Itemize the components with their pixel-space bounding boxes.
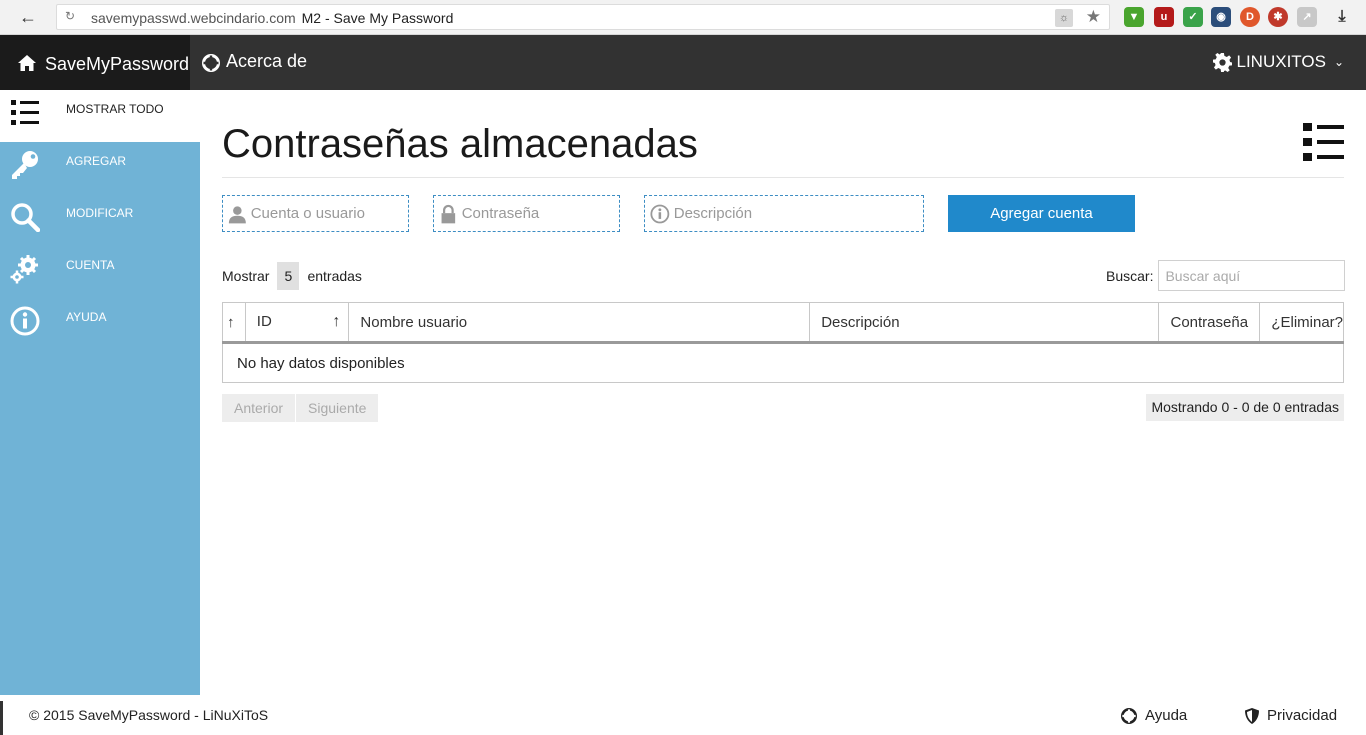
list-icon — [11, 100, 39, 125]
sidebar-item-label: AYUDA — [66, 310, 107, 324]
sidebar-item-modificar[interactable]: MODIFICAR — [0, 194, 200, 246]
column-nombre-usuario[interactable]: Nombre usuario — [348, 302, 811, 344]
entries-select[interactable]: 5 — [277, 262, 300, 290]
account-input[interactable] — [250, 205, 408, 222]
password-input[interactable] — [461, 205, 619, 222]
footer-privacy-link[interactable]: Privacidad — [1245, 707, 1337, 724]
back-arrow-icon[interactable]: ← — [14, 6, 42, 28]
search-input[interactable] — [1158, 260, 1346, 291]
entries-label: entradas — [307, 268, 362, 284]
url-text: savemypasswd.webcindario.com M2 - Save My… — [91, 10, 454, 26]
address-bar[interactable]: ↻ savemypasswd.webcindario.com M2 - Save … — [56, 4, 1110, 30]
lock-icon — [441, 204, 456, 223]
duckduckgo-icon[interactable]: D — [1240, 7, 1260, 27]
sidebar-item-mostrar-todo[interactable]: MOSTRAR TODO — [0, 90, 200, 142]
copyright-text: © 2015 SaveMyPassword - LiNuXiToS — [29, 707, 269, 723]
about-label: Acerca de — [226, 51, 308, 71]
gear-icon — [1212, 53, 1232, 72]
browser-toolbar: ← ↻ savemypasswd.webcindario.com M2 - Sav… — [0, 0, 1366, 35]
download-icon[interactable]: ▼ — [1124, 7, 1144, 27]
sort-arrow-icon: ↑ — [227, 313, 235, 331]
entries-length-control: Mostrar 5 entradas — [222, 262, 362, 290]
account-field[interactable] — [222, 195, 409, 232]
footer-divider — [0, 701, 3, 735]
search-label: Buscar: — [1106, 267, 1154, 284]
sidebar-item-cuenta[interactable]: CUENTA — [0, 246, 200, 298]
password-field[interactable] — [433, 195, 620, 232]
info-circle-icon — [650, 204, 670, 223]
show-label: Mostrar — [222, 268, 270, 284]
translate-icon[interactable]: ☼ — [1055, 9, 1073, 27]
footer: © 2015 SaveMyPassword - LiNuXiToS Ayuda … — [0, 695, 1366, 735]
privacy-label: Privacidad — [1267, 707, 1338, 724]
help-label: Ayuda — [1145, 707, 1188, 724]
add-account-button[interactable]: Agregar cuenta — [948, 195, 1135, 232]
reload-icon[interactable]: ↻ — [65, 9, 75, 23]
column-id[interactable]: ID ↑ — [244, 302, 350, 344]
sidebar-item-label: AGREGAR — [66, 154, 127, 168]
sidebar-item-label: CUENTA — [66, 258, 115, 272]
page-title: Contraseñas almacenadas — [222, 122, 698, 166]
table-row: No hay datos disponibles — [222, 342, 1344, 383]
downloads-icon[interactable]: ⤓ — [1332, 7, 1352, 27]
home-icon — [18, 54, 36, 71]
brand-name: SaveMyPassword — [45, 54, 190, 74]
sidebar-item-agregar[interactable]: AGREGAR — [0, 142, 200, 194]
share-icon[interactable]: ↗ — [1297, 7, 1317, 27]
sort-arrow-icon: ↑ — [332, 313, 341, 330]
lifebuoy-icon — [202, 53, 220, 72]
title-divider — [222, 177, 1344, 178]
brand-link[interactable]: SaveMyPassword — [0, 35, 190, 90]
table-info: Mostrando 0 - 0 de 0 entradas — [1146, 394, 1344, 421]
list-view-icon[interactable] — [1302, 122, 1344, 162]
accounts-table: ↑ ID ↑ Nombre usuario Descripción Contras… — [222, 302, 1344, 383]
footer-help-link[interactable]: Ayuda — [1121, 707, 1187, 724]
top-navbar: SaveMyPassword Acerca de LINUXITOS ⌄ — [0, 35, 1366, 90]
shield-check-icon[interactable]: ✓ — [1183, 7, 1203, 27]
column-sort[interactable]: ↑ — [222, 302, 246, 344]
sidebar-item-ayuda[interactable]: AYUDA — [0, 298, 200, 350]
description-field[interactable] — [644, 195, 924, 232]
about-link[interactable]: Acerca de — [202, 35, 307, 90]
sidebar: MOSTRAR TODO AGREGAR MODIFICAR CUENTA AY… — [0, 90, 200, 695]
description-input[interactable] — [673, 205, 923, 222]
tab-title: M2 - Save My Password — [301, 10, 454, 26]
table-search: Buscar: — [1106, 260, 1346, 291]
username: LINUXITOS — [1236, 51, 1326, 71]
column-descripcion[interactable]: Descripción — [809, 302, 1160, 344]
eye-icon[interactable]: ◉ — [1211, 7, 1231, 27]
bug-icon[interactable]: ✱ — [1268, 7, 1288, 27]
gears-icon — [10, 255, 38, 284]
user-icon — [228, 205, 246, 223]
next-button[interactable]: Siguiente — [296, 394, 379, 422]
column-contrasena[interactable]: Contraseña — [1158, 302, 1261, 344]
pagination: Anterior Siguiente — [222, 394, 379, 422]
previous-button[interactable]: Anterior — [222, 394, 296, 422]
key-icon — [12, 151, 38, 179]
empty-table-message: No hay datos disponibles — [222, 342, 1344, 383]
chevron-down-icon: ⌄ — [1333, 54, 1344, 69]
search-icon — [11, 203, 40, 232]
table-header-row: ↑ ID ↑ Nombre usuario Descripción Contras… — [222, 302, 1344, 344]
shield-icon — [1245, 707, 1259, 724]
user-menu[interactable]: LINUXITOS ⌄ — [1212, 35, 1344, 90]
sidebar-item-label: MODIFICAR — [66, 206, 134, 220]
bookmark-star-icon[interactable]: ★ — [1086, 7, 1101, 27]
sidebar-item-label: MOSTRAR TODO — [66, 102, 164, 116]
lifebuoy-icon — [1121, 707, 1137, 724]
info-icon — [10, 306, 40, 336]
ublock-icon[interactable]: u — [1154, 7, 1174, 27]
column-eliminar[interactable]: ¿Eliminar? — [1259, 302, 1344, 344]
